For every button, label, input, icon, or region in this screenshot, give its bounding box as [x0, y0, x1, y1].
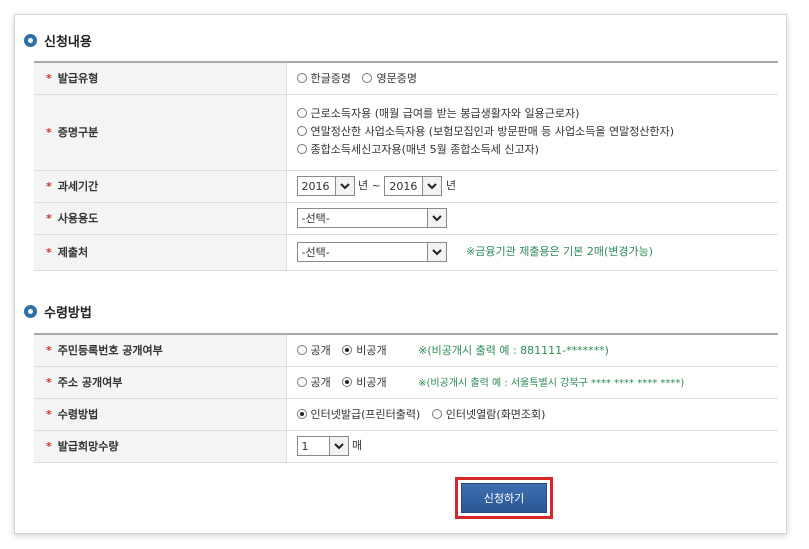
bullet-circle-icon [24, 305, 37, 318]
radio-internet-issue[interactable]: 인터넷발급(프린터출력) [296, 406, 420, 422]
radio-address-private[interactable]: 비공개 [342, 374, 387, 390]
bullet-circle-icon [24, 34, 37, 47]
radio-korean[interactable]: 한글증명 [296, 70, 351, 86]
chevron-down-icon [426, 209, 446, 227]
radio-icon [296, 144, 307, 154]
row-rrn-disclosure: * 주민등록번호 공개여부 공개 비공개 ※(비공개시 출력 예 : 881111… [34, 333, 778, 367]
required-marker: * [46, 180, 52, 193]
chevron-down-icon [422, 177, 442, 195]
section-title-receive: 수령방법 [24, 302, 92, 321]
purpose-select[interactable]: -선택- [296, 208, 447, 228]
radio-address-public[interactable]: 공개 [296, 374, 331, 390]
address-note: ※(비공개시 출력 예 : 서울특별시 강북구 **** **** **** *… [418, 378, 685, 389]
receive-table: * 주민등록번호 공개여부 공개 비공개 ※(비공개시 출력 예 : 881111… [34, 333, 778, 463]
radio-icon [296, 108, 307, 118]
radio-icon [296, 377, 307, 387]
radio-checked-icon [342, 345, 353, 356]
radio-checked-icon [342, 377, 353, 387]
required-marker: * [46, 126, 52, 139]
required-marker: * [46, 212, 52, 225]
submit-highlight-box: 신청하기 [455, 477, 553, 519]
radio-earned-income[interactable]: 근로소득자용 (매월 급여를 받는 봉급생활자와 일용근로자) [296, 105, 779, 123]
submit-to-note: ※금융기관 제출용은 기본 2매(변경가능) [466, 245, 654, 258]
radio-english[interactable]: 영문증명 [362, 70, 417, 86]
row-purpose: * 사용용도 -선택- [34, 202, 778, 235]
apply-button[interactable]: 신청하기 [461, 483, 547, 513]
required-marker: * [46, 376, 52, 389]
to-year-select[interactable]: 2016 [384, 176, 443, 196]
radio-icon [362, 73, 373, 84]
row-quantity: * 발급희망수량 1 매 [34, 430, 778, 463]
radio-icon [296, 345, 307, 356]
radio-business-income[interactable]: 연말정산한 사업소득자용 (보험모집인과 방문판매 등 사업소득을 연말정산한자… [296, 123, 779, 141]
from-year-select[interactable]: 2016 [296, 176, 355, 196]
row-issue-type: * 발급유형 한글증명 영문증명 [34, 61, 778, 95]
required-marker: * [46, 72, 52, 86]
required-marker: * [46, 246, 52, 259]
chevron-down-icon [426, 243, 446, 261]
row-cert-type: * 증명구분 근로소득자용 (매월 급여를 받는 봉급생활자와 일용근로자) 연말… [34, 94, 779, 171]
row-tax-period: * 과세기간 2016 년 ~ 2016 년 [34, 170, 778, 203]
radio-icon [296, 73, 307, 84]
application-table: * 발급유형 한글증명 영문증명 * 증명구분 근로소득자용 (매월 급여를 받는 … [34, 61, 778, 271]
required-marker: * [46, 408, 52, 421]
radio-rrn-private[interactable]: 비공개 [342, 342, 387, 358]
radio-comprehensive-income[interactable]: 종합소득세신고자용(매년 5월 종합소득세 신고자) [296, 141, 779, 159]
row-receive-method: * 수령방법 인터넷발급(프린터출력) 인터넷열람(화면조회) [34, 398, 778, 431]
submit-to-select[interactable]: -선택- [296, 242, 447, 262]
chevron-down-icon [334, 177, 354, 195]
rrn-note: ※(비공개시 출력 예 : 881111-*******) [418, 344, 609, 358]
row-address-disclosure: * 주소 공개여부 공개 비공개 ※(비공개시 출력 예 : 서울특별시 강북구 … [34, 366, 778, 399]
radio-internet-view[interactable]: 인터넷열람(화면조회) [431, 406, 545, 422]
required-marker: * [46, 344, 52, 358]
radio-icon [296, 126, 307, 136]
chevron-down-icon [328, 437, 348, 455]
quantity-select[interactable]: 1 [296, 436, 349, 456]
radio-rrn-public[interactable]: 공개 [296, 342, 331, 358]
radio-checked-icon [296, 409, 307, 419]
radio-icon [431, 409, 442, 419]
section-title-application: 신청내용 [24, 31, 92, 50]
required-marker: * [46, 440, 52, 453]
row-submit-to: * 제출처 -선택- ※금융기관 제출용은 기본 2매(변경가능) [34, 234, 778, 271]
